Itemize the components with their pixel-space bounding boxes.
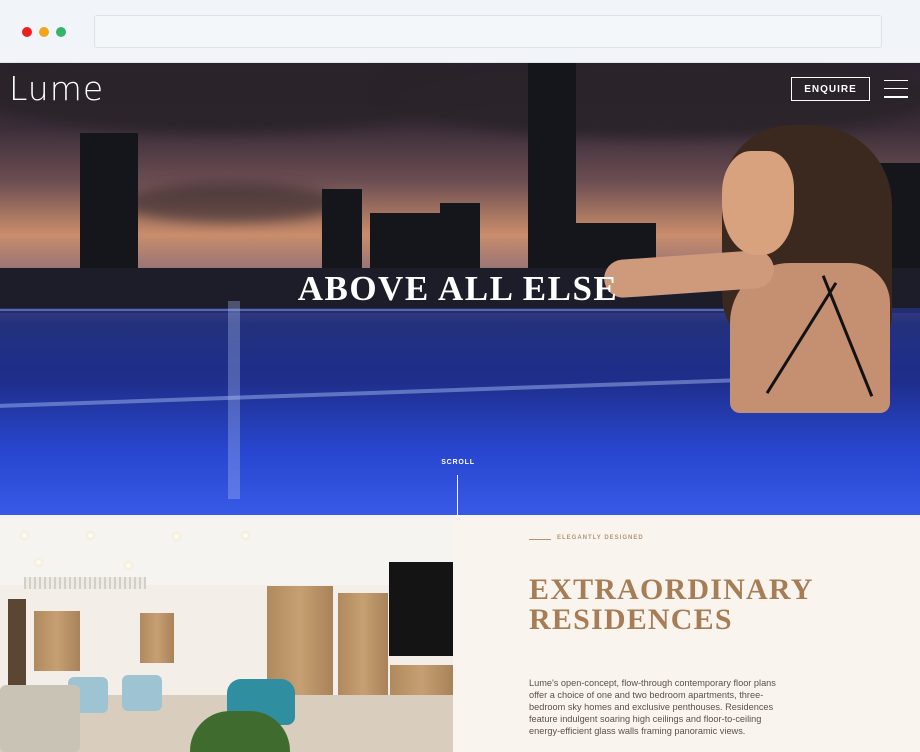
ceiling-light [88, 533, 93, 538]
section-title-line2: RESIDENCES [529, 603, 733, 636]
kitchen-cabinet [34, 611, 80, 671]
browser-chrome [0, 0, 920, 63]
ceiling-light [243, 533, 248, 538]
glass-balustrade-post [228, 301, 240, 499]
section-eyebrow: ELEGANTLY DESIGNED [557, 535, 644, 541]
cloud-bg [120, 183, 340, 223]
eyebrow-line [529, 539, 551, 540]
interior-photo [0, 515, 453, 752]
enquire-button[interactable]: ENQUIRE [791, 77, 870, 101]
dark-door [8, 599, 26, 695]
ceiling-light [22, 533, 27, 538]
air-vent [24, 577, 146, 589]
ceiling-light [174, 534, 179, 539]
ceiling [0, 515, 453, 585]
hero-headline: ABOVE ALL ELSE [297, 269, 619, 308]
hamburger-menu-icon[interactable] [884, 80, 908, 98]
close-window-button[interactable] [22, 27, 32, 37]
address-bar[interactable] [94, 15, 882, 48]
section-title: EXTRAORDINARY RESIDENCES [529, 575, 814, 635]
hero-section: Lume ENQUIRE ABOVE ALL ELSE SCROLL [0, 63, 920, 515]
section-title-line1: EXTRAORDINARY [529, 573, 814, 606]
sofa [0, 685, 80, 752]
scroll-indicator-label[interactable]: SCROLL [0, 459, 916, 466]
glass-balustrade-top [0, 309, 740, 311]
dining-chair [122, 675, 162, 711]
maximize-window-button[interactable] [56, 27, 66, 37]
kitchen-cabinet [140, 613, 174, 663]
minimize-window-button[interactable] [39, 27, 49, 37]
section-body: Lume's open-concept, flow-through contem… [529, 678, 776, 736]
site-logo[interactable]: Lume [9, 69, 104, 108]
ceiling-light [36, 560, 41, 565]
television [389, 562, 453, 656]
scroll-indicator-line [457, 475, 458, 515]
residences-section: ELEGANTLY DESIGNED EXTRAORDINARY RESIDEN… [453, 515, 920, 752]
ceiling-light [126, 563, 131, 568]
model-face [722, 151, 794, 255]
